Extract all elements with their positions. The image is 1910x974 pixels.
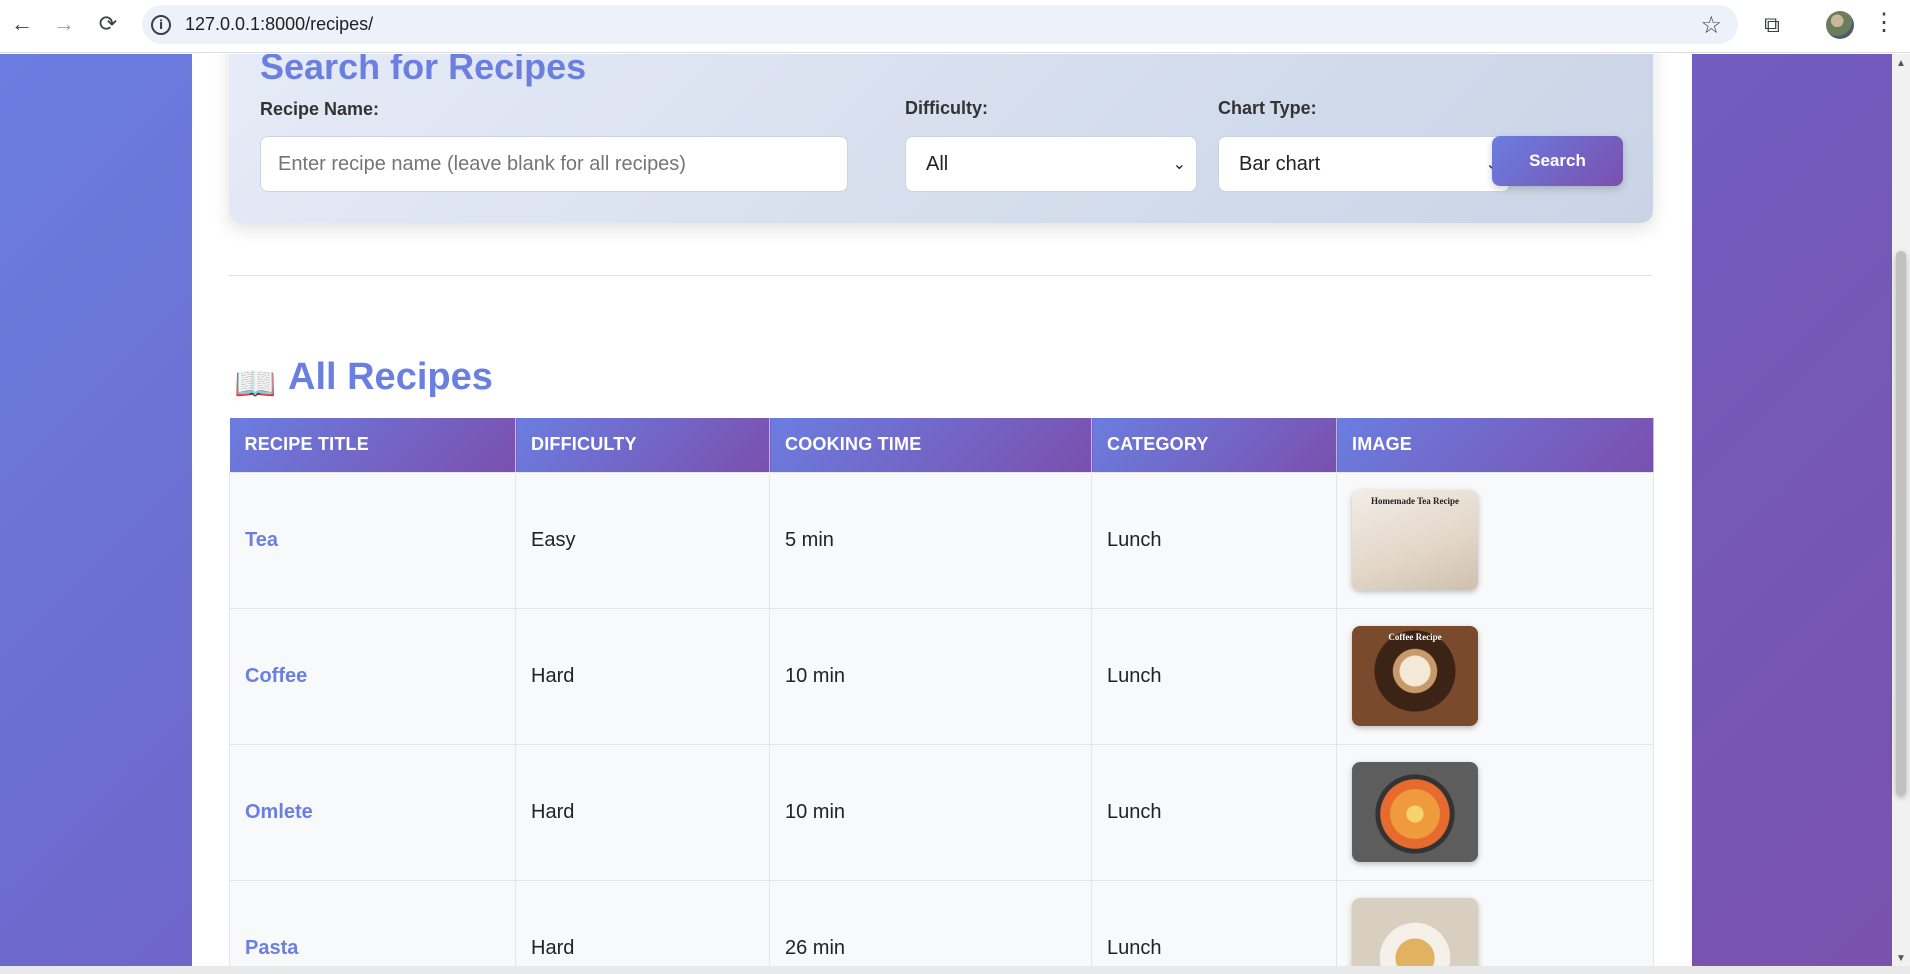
chevron-down-icon: ⌄ [1172,156,1186,173]
chart-type-select[interactable]: Bar chart ⌄ [1218,136,1510,192]
back-arrow-icon[interactable]: ← [0,2,44,46]
section-divider [229,275,1653,276]
difficulty-cell: Hard [515,879,770,966]
browser-toolbar: ← → ⟳ i 127.0.0.1:8000/recipes/ ☆ ⧉ ⋮ [0,0,1910,53]
chart-type-label: Chart Type: [1218,98,1317,118]
table-row: Pasta Hard 26 min Lunch [229,879,1654,966]
page-viewport: Search for Recipes Recipe Name: Difficul… [0,54,1892,966]
scroll-up-arrow-icon[interactable]: ▲ [1896,58,1906,69]
chart-type-select-value: Bar chart [1239,152,1321,175]
column-header-category: CATEGORY [1091,418,1337,472]
difficulty-cell: Hard [515,607,770,745]
recipe-image [1352,898,1478,966]
reload-icon[interactable]: ⟳ [86,2,130,46]
recipes-table: RECIPE TITLE DIFFICULTY COOKING TIME CAT… [229,418,1654,966]
column-header-image: IMAGE [1336,418,1654,472]
address-url[interactable]: 127.0.0.1:8000/recipes/ [185,14,373,35]
recipe-name-input[interactable] [260,136,848,192]
difficulty-select[interactable]: All ⌄ [905,136,1197,192]
cooking-time-cell: 5 min [769,471,1092,609]
open-book-icon: 📖 [234,365,277,403]
recipe-image [1352,762,1478,862]
cooking-time-cell: 26 min [769,879,1092,966]
recipe-image-caption: Coffee Recipe [1388,632,1442,642]
recipe-link[interactable]: Tea [245,529,278,551]
category-cell: Lunch [1091,471,1337,609]
column-header-cooking-time: COOKING TIME [769,418,1092,472]
difficulty-cell: Easy [515,471,770,609]
table-header-row: RECIPE TITLE DIFFICULTY COOKING TIME CAT… [229,418,1654,472]
difficulty-select-value: All [926,152,949,175]
profile-avatar[interactable] [1826,11,1854,39]
column-header-difficulty: DIFFICULTY [515,418,770,472]
table-row: Tea Easy 5 min Lunch Homemade Tea Recipe [229,471,1654,609]
bookmark-star-icon[interactable]: ☆ [1700,11,1722,40]
recipe-image: Homemade Tea Recipe [1352,490,1478,590]
vertical-scrollbar[interactable]: ▲ ▼ [1892,54,1910,966]
recipe-link[interactable]: Coffee [245,665,307,687]
scrollbar-thumb[interactable] [1896,251,1906,796]
site-info-icon[interactable]: i [151,14,171,35]
scroll-down-arrow-icon[interactable]: ▼ [1896,953,1906,964]
recipe-image: Coffee Recipe [1352,626,1478,726]
difficulty-cell: Hard [515,743,770,881]
cooking-time-cell: 10 min [769,743,1092,881]
recipe-image-caption: Homemade Tea Recipe [1371,496,1459,506]
search-button[interactable]: Search [1492,136,1623,186]
column-header-recipe-title: RECIPE TITLE [229,418,516,472]
content-card: Search for Recipes Recipe Name: Difficul… [192,54,1692,966]
forward-arrow-icon[interactable]: → [42,2,86,46]
cooking-time-cell: 10 min [769,607,1092,745]
search-panel: Search for Recipes Recipe Name: Difficul… [229,54,1653,223]
category-cell: Lunch [1091,743,1337,881]
browser-menu-icon[interactable]: ⋮ [1872,8,1896,37]
difficulty-label: Difficulty: [905,98,988,118]
table-row: Coffee Hard 10 min Lunch Coffee Recipe [229,607,1654,745]
recipe-link[interactable]: Omlete [245,801,313,823]
category-cell: Lunch [1091,879,1337,966]
all-recipes-title: All Recipes [288,356,493,398]
table-row: Omlete Hard 10 min Lunch [229,743,1654,881]
recipe-link[interactable]: Pasta [245,937,298,959]
address-bar[interactable]: i 127.0.0.1:8000/recipes/ ☆ [142,5,1738,44]
horizontal-scrollbar[interactable] [0,966,1910,974]
recipe-name-label: Recipe Name: [260,99,380,119]
category-cell: Lunch [1091,607,1337,745]
search-title: Search for Recipes [260,54,587,87]
extensions-puzzle-icon[interactable]: ⧉ [1757,10,1787,40]
